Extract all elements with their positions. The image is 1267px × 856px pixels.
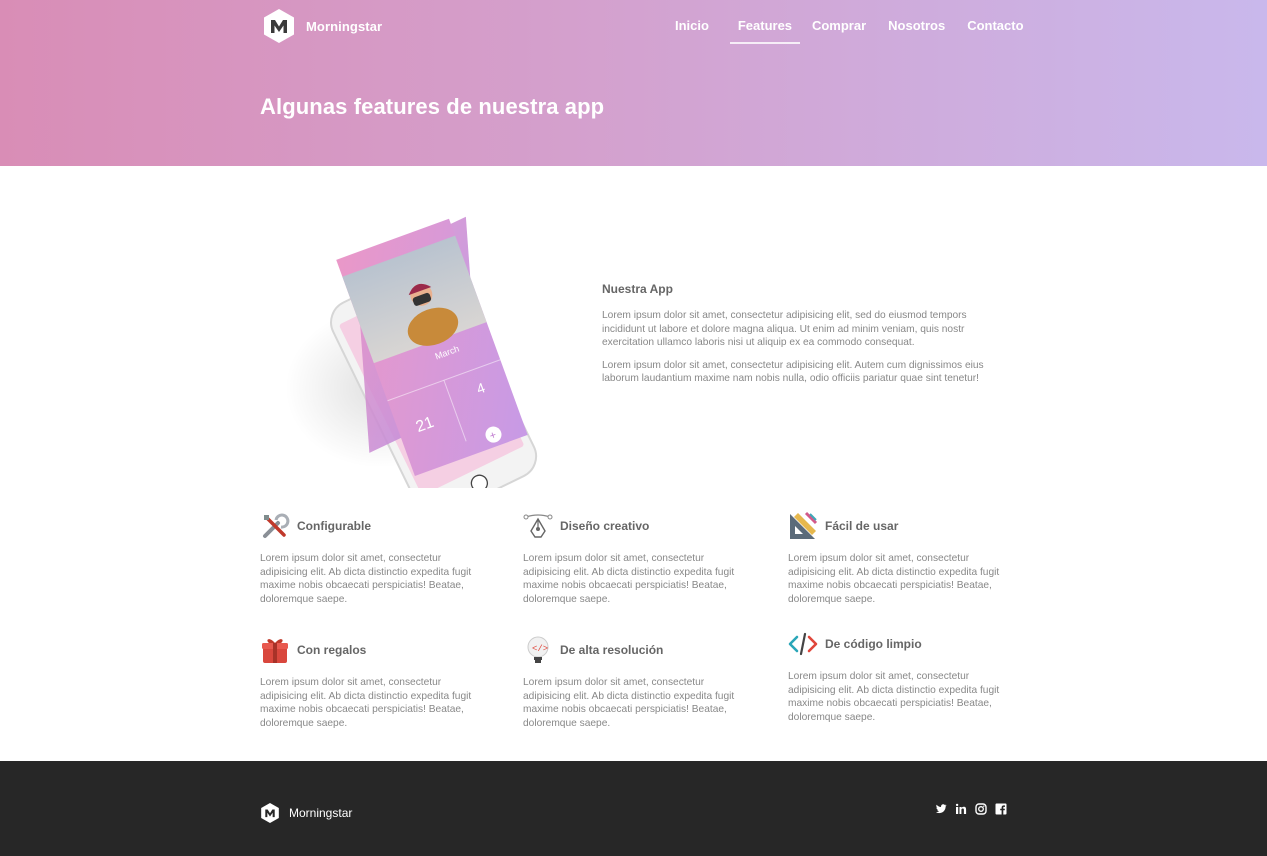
phone-illustration: March 21 4 +	[285, 216, 538, 517]
feature-text: Lorem ipsum dolor sit amet, consectetur …	[523, 677, 735, 729]
main-nav: Inicio Features Comprar Nosotros Contact…	[663, 16, 1024, 46]
morningstar-logo-icon	[261, 803, 279, 823]
ruler-icon	[790, 511, 818, 539]
lightbulb-code-icon: </>	[527, 636, 549, 663]
feature-title: Fácil de usar	[825, 519, 899, 533]
footer: Morningstar	[0, 761, 1267, 856]
feature-title: De código limpio	[825, 637, 922, 651]
tools-icon	[263, 513, 290, 538]
svg-text:</>: </>	[532, 644, 548, 654]
linkedin-icon[interactable]	[955, 802, 967, 814]
feature-facil-de-usar: Fácil de usar Lorem ipsum dolor sit amet…	[788, 510, 1006, 606]
footer-brand-logo[interactable]: Morningstar	[260, 802, 352, 824]
feature-configurable: Configurable Lorem ipsum dolor sit amet,…	[260, 510, 478, 606]
morningstar-logo-icon	[264, 9, 294, 43]
social-links	[935, 802, 1007, 815]
instagram-icon[interactable]	[975, 802, 987, 815]
footer-brand-name: Morningstar	[289, 806, 353, 820]
app-title: Nuestra App	[602, 282, 673, 296]
facebook-icon[interactable]	[995, 802, 1007, 815]
nav-comprar[interactable]: Comprar	[812, 16, 866, 44]
phone-mockup-image: March 21 4 +	[270, 188, 570, 517]
app-paragraph-2: Lorem ipsum dolor sit amet, consectetur …	[602, 359, 984, 385]
brand-name: Morningstar	[306, 18, 383, 34]
nav-contacto[interactable]: Contacto	[967, 16, 1023, 44]
feature-codigo-limpio: De código limpio Lorem ipsum dolor sit a…	[788, 628, 1006, 724]
gift-icon	[262, 639, 288, 663]
feature-text: Lorem ipsum dolor sit amet, consectetur …	[788, 671, 1000, 723]
nav-features[interactable]: Features	[729, 16, 800, 44]
feature-text: Lorem ipsum dolor sit amet, consectetur …	[523, 553, 735, 605]
pen-tool-icon	[523, 514, 553, 538]
feature-title: De alta resolución	[560, 643, 664, 657]
page-title: Algunas features de nuestra app	[260, 94, 605, 119]
twitter-icon[interactable]	[935, 802, 947, 814]
code-icon	[788, 632, 818, 656]
hero-header: Morningstar Inicio Features Comprar Noso…	[0, 0, 1267, 166]
feature-title: Con regalos	[297, 643, 367, 657]
nav-nosotros[interactable]: Nosotros	[888, 16, 945, 44]
feature-title: Diseño creativo	[560, 519, 650, 533]
feature-con-regalos: Con regalos Lorem ipsum dolor sit amet, …	[260, 634, 478, 730]
feature-text: Lorem ipsum dolor sit amet, consectetur …	[260, 553, 472, 605]
feature-diseno-creativo: Diseño creativo Lorem ipsum dolor sit am…	[523, 510, 741, 606]
app-description: Nuestra App Lorem ipsum dolor sit amet, …	[602, 282, 1012, 395]
brand-logo[interactable]: Morningstar	[262, 8, 382, 44]
nav-inicio[interactable]: Inicio	[675, 16, 709, 44]
feature-alta-resolucion: </> De alta resolución Lorem ipsum dolor…	[523, 634, 741, 730]
app-paragraph-1: Lorem ipsum dolor sit amet, consectetur …	[602, 310, 967, 348]
feature-text: Lorem ipsum dolor sit amet, consectetur …	[788, 553, 1000, 605]
feature-text: Lorem ipsum dolor sit amet, consectetur …	[260, 677, 472, 729]
feature-title: Configurable	[297, 519, 371, 533]
